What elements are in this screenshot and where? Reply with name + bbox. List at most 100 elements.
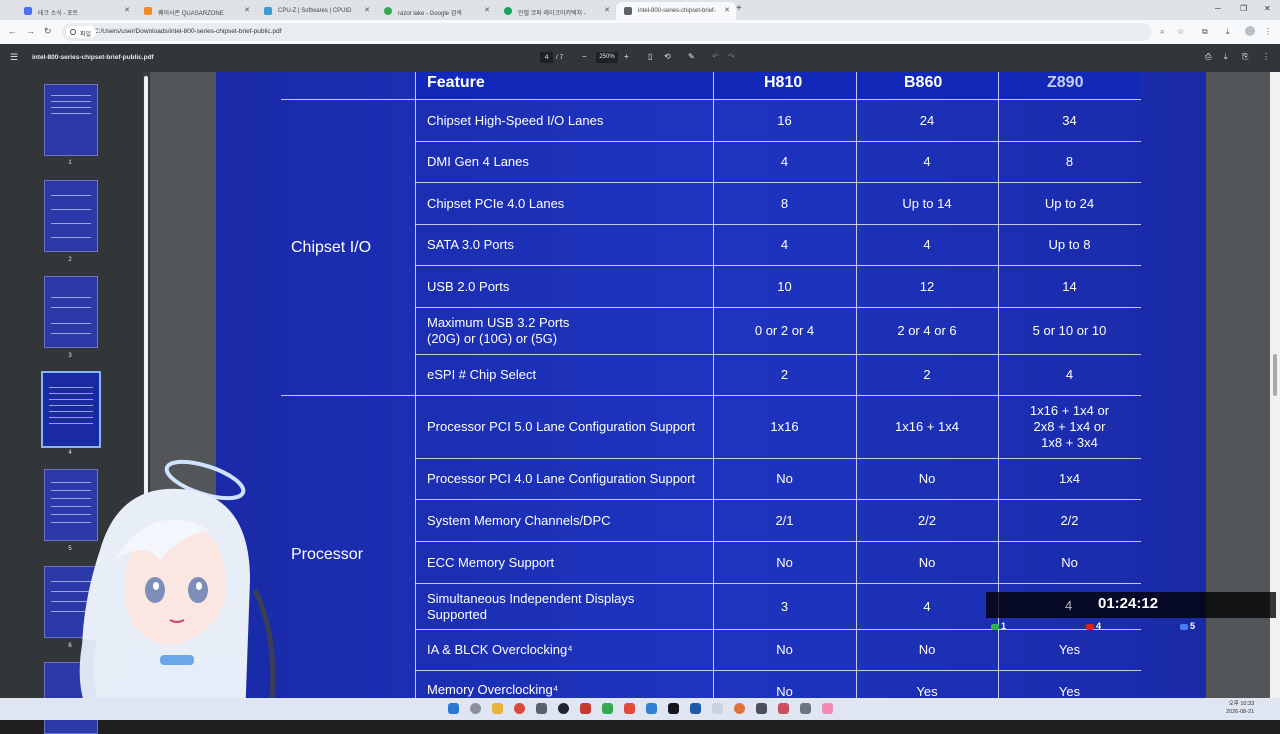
tab-favicon-icon (24, 7, 32, 15)
browser-tab-active[interactable]: intel-800-series-chipset-brief- ✕ (616, 2, 736, 20)
zoom-in-icon[interactable]: + (624, 52, 629, 61)
redo-icon[interactable]: ↷ (728, 52, 735, 61)
feature-cell: Processor PCI 4.0 Lane Configuration Sup… (427, 471, 696, 486)
value-line: 1x16 + 1x4 or (1029, 403, 1110, 418)
feature-cell: Processor PCI 5.0 Lane Configuration Sup… (427, 419, 696, 434)
value-cell: No (918, 554, 936, 570)
url-field[interactable]: 파일 C:/Users/user/Downloads/intel-800-ser… (62, 23, 1152, 41)
terminal-icon[interactable] (668, 703, 679, 714)
feature-line: Maximum USB 3.2 Ports (427, 315, 570, 330)
browser-tab-bar: 테크 소식 - 포트 ✕ 퀘이사존 QUASARZONE ✕ CPU-Z | S… (0, 0, 1280, 20)
menu-dots-icon[interactable]: ⋮ (1264, 27, 1272, 36)
close-icon[interactable]: ✕ (364, 6, 370, 14)
close-icon[interactable]: ✕ (604, 6, 610, 14)
value-cell: 12 (919, 278, 935, 294)
close-icon[interactable]: ✕ (484, 6, 490, 14)
close-icon[interactable]: ✕ (724, 6, 730, 14)
app-icon[interactable] (822, 703, 833, 714)
maximize-icon[interactable]: ❐ (1240, 4, 1247, 13)
more-options-icon[interactable]: ⋮ (1262, 52, 1270, 61)
annotate-icon[interactable]: ✎ (688, 52, 695, 61)
profile-avatar-icon[interactable] (1245, 26, 1255, 36)
app-icon[interactable] (778, 703, 789, 714)
value-cell: 4 (1065, 598, 1073, 613)
tab-favicon-icon (504, 7, 512, 15)
hamburger-menu-icon[interactable]: ☰ (10, 52, 18, 63)
column-header-feature: Feature (427, 74, 485, 91)
search-icon[interactable] (470, 703, 481, 714)
app-icon[interactable] (602, 703, 613, 714)
start-icon[interactable] (448, 703, 459, 714)
close-icon[interactable]: ✕ (124, 6, 130, 14)
app-icon[interactable] (536, 703, 547, 714)
stream-timer: 01:24:12 (1098, 595, 1159, 612)
app-icon[interactable] (690, 703, 701, 714)
print-icon[interactable]: ⎘ (1242, 52, 1248, 62)
new-tab-icon[interactable]: + (736, 3, 742, 14)
zoom-icon[interactable]: ⌕ (1160, 27, 1164, 37)
vscode-icon[interactable] (646, 703, 657, 714)
value-cell: No (918, 471, 936, 486)
browser-tab[interactable]: 인텔 코퍼 레이크아키텍처 - ✕ (496, 2, 616, 20)
app-icon[interactable] (734, 703, 745, 714)
app-icon[interactable] (580, 703, 591, 714)
system-clock[interactable]: 오후 10:33 2026-08-21 (1226, 700, 1254, 716)
vtuber-avatar (79, 459, 276, 720)
clock-date: 2026-08-21 (1226, 709, 1255, 715)
browser-tab[interactable]: 퀘이사존 QUASARZONE ✕ (136, 2, 256, 20)
forward-icon[interactable]: → (26, 26, 35, 36)
close-window-icon[interactable]: ✕ (1264, 4, 1271, 13)
app-icon[interactable] (624, 703, 635, 714)
back-icon[interactable]: ← (8, 26, 17, 36)
app-icon[interactable] (800, 703, 811, 714)
browser-tab[interactable]: 테크 소식 - 포트 ✕ (16, 2, 136, 20)
value-cell: Yes (1058, 642, 1081, 657)
value-cell: 4 (780, 237, 789, 252)
column-header-h810: H810 (764, 74, 803, 91)
value-cell: 4 (923, 598, 931, 614)
save-icon[interactable]: ⎙ (1205, 52, 1211, 62)
bookmark-star-icon[interactable]: ☆ (1177, 27, 1184, 36)
column-header-z890: Z890 (1047, 74, 1084, 91)
zoom-out-icon[interactable]: − (582, 52, 587, 61)
scrollbar-thumb[interactable] (1273, 354, 1277, 396)
pdf-filename: intel-800-series-chipset-brief-public.pd… (32, 54, 154, 61)
tab-favicon-icon (384, 7, 392, 15)
browser-tab[interactable]: razor lake - Google 검색 ✕ (376, 2, 496, 20)
undo-icon[interactable]: ↶ (712, 52, 719, 61)
value-cell: 1x16 (770, 419, 799, 434)
extensions-icon[interactable]: ⧉ (1202, 27, 1208, 37)
platform-icon (1180, 623, 1188, 630)
value-cell: Up to 8 (1048, 237, 1091, 252)
fit-page-icon[interactable]: ▯ (648, 52, 652, 61)
rotate-icon[interactable]: ⟲ (664, 52, 671, 61)
site-info-chip[interactable]: 파일 (66, 26, 97, 38)
value-cell: 1x16 + 1x4 or 2x8 + 1x4 or 1x8 + 3x4 (998, 396, 1141, 458)
browser-tab[interactable]: CPU-Z | Softwares | CPUID ✕ (256, 2, 376, 20)
file-explorer-icon[interactable] (492, 703, 503, 714)
app-icon[interactable] (712, 703, 723, 714)
page-thumbnail[interactable] (44, 276, 98, 348)
reload-icon[interactable]: ↻ (44, 26, 52, 37)
app-icon[interactable] (558, 703, 569, 714)
zoom-level-input[interactable]: 250% (596, 52, 618, 63)
download-pdf-icon[interactable]: ⤓ (1224, 52, 1228, 62)
download-icon[interactable]: ⤓ (1226, 27, 1230, 37)
pdf-toolbar: ☰ intel-800-series-chipset-brief-public.… (0, 44, 1280, 72)
feature-cell: ECC Memory Support (427, 554, 555, 570)
page-thumbnail[interactable] (44, 84, 98, 156)
url-text: C:/Users/user/Downloads/intel-800-series… (94, 28, 282, 35)
chrome-icon[interactable] (514, 703, 525, 714)
youtube-icon (1086, 623, 1094, 630)
value-cell: 2/1 (775, 512, 794, 528)
info-icon (70, 29, 76, 35)
app-icon[interactable] (756, 703, 767, 714)
tab-favicon-icon (264, 7, 272, 15)
tab-label: CPU-Z | Softwares | CPUID (278, 8, 352, 14)
page-thumbnail-selected[interactable] (41, 371, 101, 448)
close-icon[interactable]: ✕ (244, 6, 250, 14)
value-cell: 34 (1062, 112, 1077, 128)
minimize-icon[interactable]: ─ (1215, 4, 1221, 13)
page-thumbnail[interactable] (44, 180, 98, 252)
page-number-input[interactable]: 4 (540, 52, 553, 63)
